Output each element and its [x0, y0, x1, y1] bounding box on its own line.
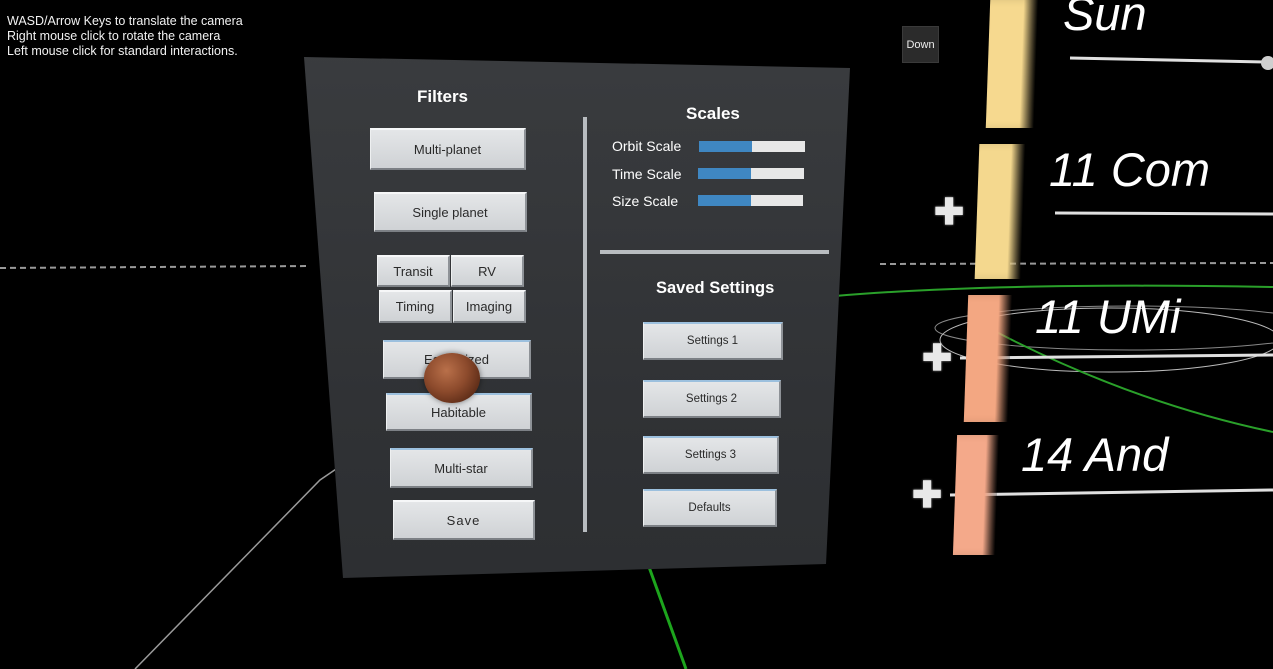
sun-orbit-knob — [1261, 56, 1273, 70]
14-and-plus-icon[interactable]: ✚ — [912, 477, 942, 513]
11-umi-label: 11 UMi — [1035, 290, 1181, 343]
11-com-label: 11 Com — [1049, 143, 1211, 196]
11-umi-plus-icon[interactable]: ✚ — [922, 340, 952, 376]
11-umi-star-bar[interactable] — [963, 295, 1013, 422]
sun-star-bar[interactable] — [985, 0, 1039, 128]
14-and-label: 14 And — [1021, 428, 1169, 481]
11-com-plus-icon[interactable]: ✚ — [934, 194, 964, 230]
11-com-star-bar[interactable] — [974, 144, 1026, 279]
sun-label: Sun — [1063, 0, 1147, 40]
14-and-star-bar[interactable] — [952, 435, 1000, 555]
